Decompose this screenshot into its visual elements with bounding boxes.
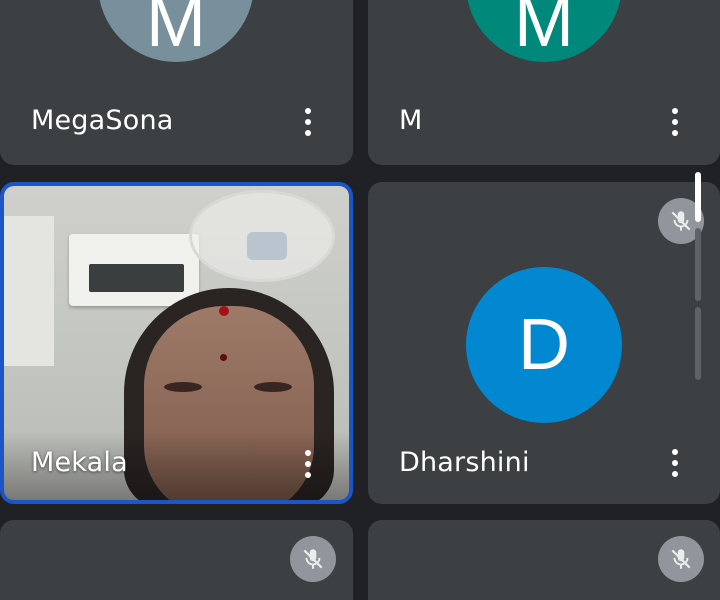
more-vert-icon xyxy=(672,108,678,114)
avatar: M xyxy=(466,0,622,62)
avatar: M xyxy=(98,0,254,62)
participant-tile-dharshini[interactable]: D Dharshini xyxy=(368,182,720,504)
participant-tile-megasona[interactable]: M MegaSona xyxy=(0,0,353,165)
mic-off-icon xyxy=(658,536,704,582)
more-vert-icon xyxy=(672,449,678,455)
participant-name: Mekala xyxy=(31,447,128,478)
participant-tile-mekala[interactable]: Mekala xyxy=(0,182,353,504)
mic-off-icon xyxy=(290,536,336,582)
more-options-button[interactable] xyxy=(298,104,318,140)
avatar-initial: D xyxy=(518,305,570,385)
avatar-initial: M xyxy=(514,0,574,62)
more-options-button[interactable] xyxy=(665,104,685,140)
background-ac-unit xyxy=(69,234,199,306)
avatar-initial: M xyxy=(146,0,206,62)
more-options-button[interactable] xyxy=(665,445,685,481)
participant-name: Dharshini xyxy=(399,447,530,478)
scrollbar[interactable] xyxy=(695,172,701,380)
participant-tile[interactable] xyxy=(0,520,353,600)
participant-grid: M MegaSona M M Mekala D Dharshini xyxy=(0,0,720,600)
participant-name: M xyxy=(399,105,423,136)
more-vert-icon xyxy=(305,108,311,114)
participant-name: MegaSona xyxy=(31,105,174,136)
participant-tile[interactable] xyxy=(368,520,720,600)
scrollbar-thumb[interactable] xyxy=(695,172,701,222)
more-vert-icon xyxy=(305,450,311,456)
more-options-button[interactable] xyxy=(298,446,318,482)
avatar: D xyxy=(466,267,622,423)
participant-tile-m[interactable]: M M xyxy=(368,0,720,165)
